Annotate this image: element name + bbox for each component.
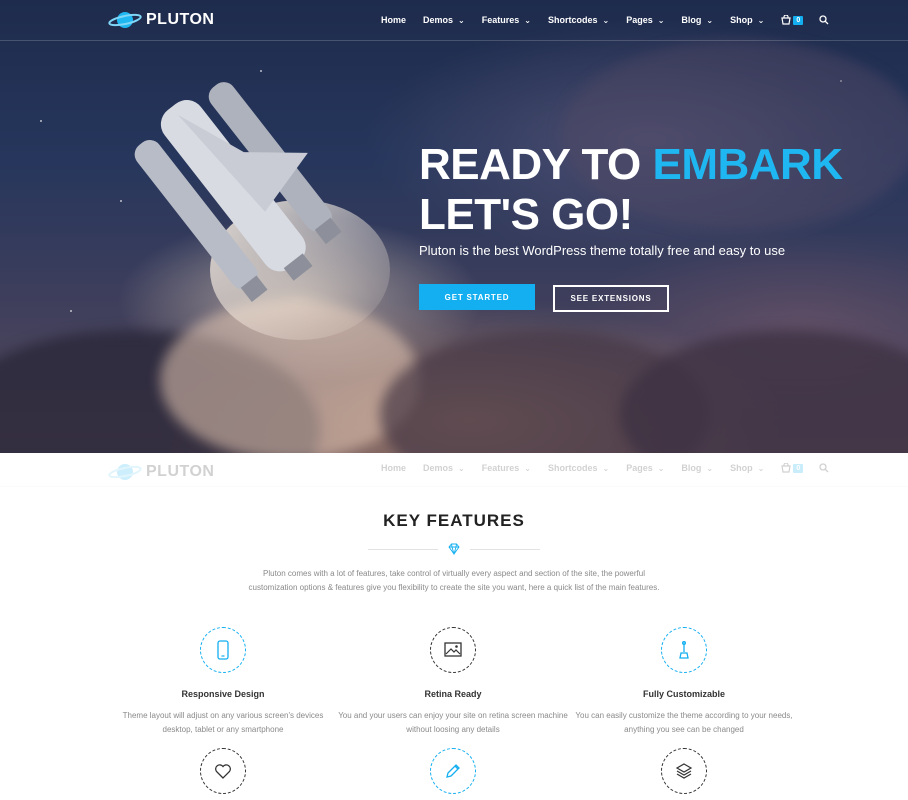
chevron-down-icon: ⌄ bbox=[757, 463, 765, 473]
feature-card-layers bbox=[569, 748, 799, 794]
features-heading: KEY FEATURES bbox=[383, 511, 525, 530]
cart-button[interactable]: 0 bbox=[781, 463, 804, 473]
search-button[interactable] bbox=[819, 15, 829, 25]
planet-logo-icon bbox=[108, 464, 142, 480]
nav-label: Shop bbox=[730, 15, 753, 25]
nav-label: Home bbox=[381, 463, 407, 473]
cart-count-badge: 0 bbox=[793, 463, 804, 473]
rocket-illustration bbox=[134, 82, 390, 340]
nav-item-shop[interactable]: Shop ⌄ bbox=[730, 15, 764, 25]
nav-label: Pages bbox=[626, 15, 653, 25]
main-menu: Home Demos ⌄ Features ⌄ Shortcodes ⌄ Pages ⌄… bbox=[381, 0, 829, 40]
feature-icon-circle bbox=[430, 627, 476, 673]
feature-icon-circle bbox=[430, 748, 476, 794]
cart-count-badge: 0 bbox=[793, 15, 804, 25]
pencil-icon bbox=[446, 764, 460, 778]
get-started-button[interactable]: GET STARTED bbox=[419, 284, 535, 310]
tool-icon bbox=[679, 641, 689, 659]
divider-line bbox=[470, 549, 540, 550]
chevron-down-icon: ⌄ bbox=[657, 15, 665, 25]
nav-label: Shop bbox=[730, 463, 753, 473]
feature-icon-circle bbox=[661, 627, 707, 673]
site-logo[interactable]: PLUTON bbox=[108, 9, 214, 31]
nav-item-shortcodes[interactable]: Shortcodes ⌄ bbox=[548, 15, 609, 25]
hero-title-line2: LET'S GO! bbox=[419, 190, 633, 239]
mobile-icon bbox=[217, 640, 229, 660]
nav-item-home[interactable]: Home bbox=[381, 463, 406, 473]
logo-text: PLUTON bbox=[146, 463, 215, 480]
section-divider bbox=[368, 543, 540, 555]
layers-icon bbox=[675, 763, 693, 779]
hero-title: READY TO EMBARK LET'S GO! bbox=[419, 140, 843, 240]
chevron-down-icon: ⌄ bbox=[757, 15, 765, 25]
nav-item-features[interactable]: Features ⌄ bbox=[482, 15, 531, 25]
feature-text: You can easily customize the theme accor… bbox=[575, 711, 793, 734]
cart-icon bbox=[781, 463, 792, 473]
nav-item-features[interactable]: Features ⌄ bbox=[482, 463, 531, 473]
nav-label: Demos bbox=[423, 15, 454, 25]
nav-item-demos[interactable]: Demos ⌄ bbox=[423, 463, 465, 473]
nav-item-home[interactable]: Home bbox=[381, 15, 406, 25]
chevron-down-icon: ⌄ bbox=[706, 15, 714, 25]
nav-item-shop[interactable]: Shop ⌄ bbox=[730, 463, 764, 473]
nav-label: Features bbox=[481, 15, 520, 25]
nav-label: Demos bbox=[423, 463, 454, 473]
divider-line bbox=[368, 549, 438, 550]
feature-card-responsive: Responsive Design Theme layout will adju… bbox=[108, 627, 338, 737]
hero-title-part1: READY TO bbox=[419, 140, 653, 189]
chevron-down-icon: ⌄ bbox=[458, 463, 465, 473]
cart-button[interactable]: 0 bbox=[781, 15, 804, 25]
cart-icon bbox=[781, 15, 792, 25]
feature-card-heart bbox=[108, 748, 338, 794]
top-navigation: PLUTON Home Demos ⌄ Features ⌄ Shortcodes ⌄… bbox=[0, 0, 908, 41]
see-extensions-button[interactable]: SEE EXTENSIONS bbox=[553, 285, 669, 312]
chevron-down-icon: ⌄ bbox=[602, 15, 610, 25]
nav-label: Home bbox=[381, 15, 407, 25]
image-icon bbox=[444, 642, 462, 657]
nav-label: Shortcodes bbox=[547, 463, 598, 473]
feature-card-customizable: Fully Customizable You can easily custom… bbox=[569, 627, 799, 737]
feature-title: Retina Ready bbox=[424, 689, 482, 699]
feature-text: You and your users can enjoy your site o… bbox=[338, 711, 568, 734]
feature-title: Fully Customizable bbox=[642, 689, 725, 699]
features-description: Pluton comes with a lot of features, tak… bbox=[248, 569, 660, 592]
chevron-down-icon: ⌄ bbox=[706, 463, 714, 473]
chevron-down-icon: ⌄ bbox=[657, 463, 665, 473]
main-menu: Home Demos ⌄ Features ⌄ Shortcodes ⌄ Pages ⌄… bbox=[381, 453, 829, 483]
nav-item-shortcodes[interactable]: Shortcodes ⌄ bbox=[548, 463, 609, 473]
heart-icon bbox=[215, 764, 231, 779]
search-button[interactable] bbox=[819, 463, 829, 473]
feature-title: Responsive Design bbox=[181, 689, 265, 699]
site-logo[interactable]: PLUTON bbox=[108, 461, 214, 483]
search-icon bbox=[819, 463, 829, 473]
feature-card-pencil bbox=[338, 748, 568, 794]
chevron-down-icon: ⌄ bbox=[524, 463, 531, 473]
nav-item-pages[interactable]: Pages ⌄ bbox=[626, 463, 664, 473]
feature-icon-circle bbox=[200, 748, 246, 794]
hero-section: PLUTON Home Demos ⌄ Features ⌄ Shortcodes ⌄… bbox=[0, 0, 908, 453]
nav-label: Shortcodes bbox=[547, 15, 598, 25]
chevron-down-icon: ⌄ bbox=[458, 15, 465, 25]
planet-logo-icon bbox=[108, 12, 142, 28]
sticky-navigation: PLUTON Home Demos ⌄ Features ⌄ Shortcodes ⌄… bbox=[0, 453, 908, 487]
hero-subtitle: Pluton is the best WordPress theme total… bbox=[419, 243, 786, 258]
diamond-icon bbox=[448, 543, 460, 555]
chevron-down-icon: ⌄ bbox=[524, 15, 531, 25]
hero-title-accent: EMBARK bbox=[652, 140, 843, 189]
nav-item-demos[interactable]: Demos ⌄ bbox=[423, 15, 465, 25]
feature-text: Theme layout will adjust on any various … bbox=[122, 711, 324, 734]
nav-item-blog[interactable]: Blog ⌄ bbox=[681, 15, 713, 25]
feature-icon-circle bbox=[661, 748, 707, 794]
nav-label: Blog bbox=[681, 15, 702, 25]
feature-card-retina: Retina Ready You and your users can enjo… bbox=[338, 627, 568, 737]
chevron-down-icon: ⌄ bbox=[602, 463, 610, 473]
nav-item-blog[interactable]: Blog ⌄ bbox=[681, 463, 713, 473]
search-icon bbox=[819, 15, 829, 25]
nav-label: Features bbox=[481, 463, 520, 473]
nav-item-pages[interactable]: Pages ⌄ bbox=[626, 15, 664, 25]
feature-icon-circle bbox=[200, 627, 246, 673]
nav-label: Pages bbox=[626, 463, 653, 473]
logo-text: PLUTON bbox=[146, 11, 215, 28]
nav-label: Blog bbox=[681, 463, 702, 473]
